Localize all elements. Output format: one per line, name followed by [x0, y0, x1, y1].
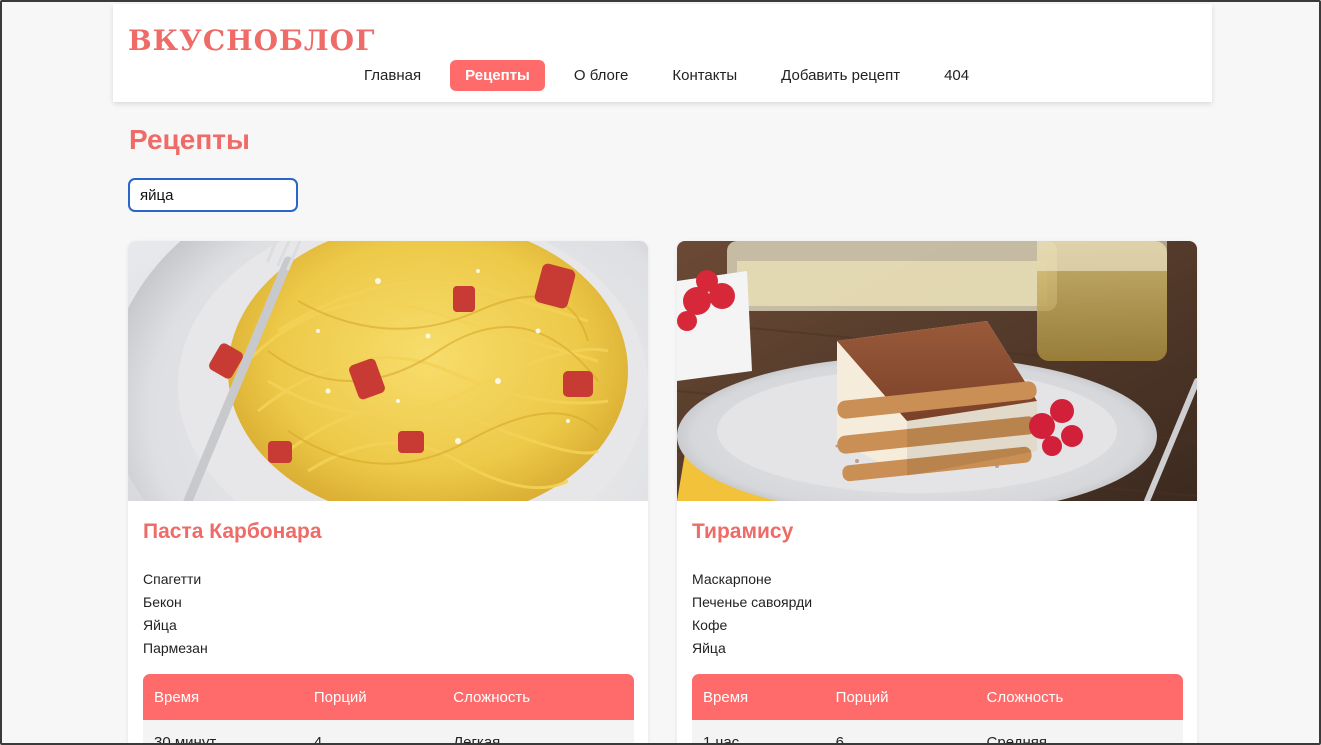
header-servings: Порций	[824, 674, 976, 720]
cell-difficulty: Средняя	[975, 720, 1183, 743]
table-header-row: Время Порций Сложность	[692, 674, 1183, 720]
table-header-row: Время Порций Сложность	[143, 674, 634, 720]
header-time: Время	[692, 674, 825, 720]
nav-item-recipes[interactable]: Рецепты	[450, 59, 545, 91]
cell-difficulty: Легкая	[442, 720, 634, 743]
header-difficulty: Сложность	[442, 674, 634, 720]
nav-item-add-recipe[interactable]: Добавить рецепт	[766, 60, 915, 91]
nav-item-about[interactable]: О блоге	[559, 60, 644, 91]
recipe-image-carbonara	[128, 241, 648, 501]
ingredient-item: Яйца	[143, 617, 177, 633]
recipe-title[interactable]: Тирамису	[692, 520, 793, 544]
site-header: ВКУСНОБЛОГ Главная Рецепты О блоге Конта…	[113, 4, 1212, 102]
search-input[interactable]	[128, 178, 298, 212]
ingredient-item: Кофе	[692, 617, 728, 633]
recipe-card[interactable]: Тирамису Маскарпоне Печенье савоярди Коф…	[677, 241, 1197, 743]
site-logo[interactable]: ВКУСНОБЛОГ	[128, 24, 375, 57]
ingredient-item: Печенье савоярди	[692, 594, 813, 610]
cell-time: 30 минут	[143, 720, 303, 743]
nav-item-contacts[interactable]: Контакты	[657, 60, 752, 91]
table-row: 1 час 6 Средняя	[692, 720, 1183, 743]
header-time: Время	[143, 674, 303, 720]
recipe-image-tiramisu	[677, 241, 1197, 501]
ingredients-list: Маскарпоне Печенье савоярди Кофе Яйца	[692, 568, 812, 660]
ingredient-item: Яйца	[692, 640, 726, 656]
recipe-info-table: Время Порций Сложность 30 минут 4 Легкая	[143, 674, 634, 743]
recipe-card[interactable]: Паста Карбонара Спагетти Бекон Яйца Парм…	[128, 241, 648, 743]
ingredients-list: Спагетти Бекон Яйца Пармезан	[143, 568, 208, 660]
ingredient-item: Спагетти	[143, 571, 202, 587]
pasta-image	[128, 241, 648, 501]
browser-viewport: ВКУСНОБЛОГ Главная Рецепты О блоге Конта…	[0, 0, 1321, 745]
recipe-info-table: Время Порций Сложность 1 час 6 Средняя	[692, 674, 1183, 743]
header-servings: Порций	[302, 674, 443, 720]
cell-servings: 6	[824, 720, 976, 743]
tiramisu-image	[677, 241, 1197, 501]
header-difficulty: Сложность	[975, 674, 1183, 720]
cell-time: 1 час	[692, 720, 825, 743]
page-title: Рецепты	[129, 124, 250, 155]
cell-servings: 4	[302, 720, 443, 743]
ingredient-item: Пармезан	[143, 640, 208, 656]
main-nav: Главная Рецепты О блоге Контакты Добавит…	[349, 59, 998, 91]
table-row: 30 минут 4 Легкая	[143, 720, 634, 743]
recipe-title[interactable]: Паста Карбонара	[143, 520, 322, 544]
ingredient-item: Маскарпоне	[692, 571, 772, 587]
ingredient-item: Бекон	[143, 594, 182, 610]
nav-item-home[interactable]: Главная	[349, 60, 436, 91]
nav-item-404[interactable]: 404	[929, 60, 984, 91]
